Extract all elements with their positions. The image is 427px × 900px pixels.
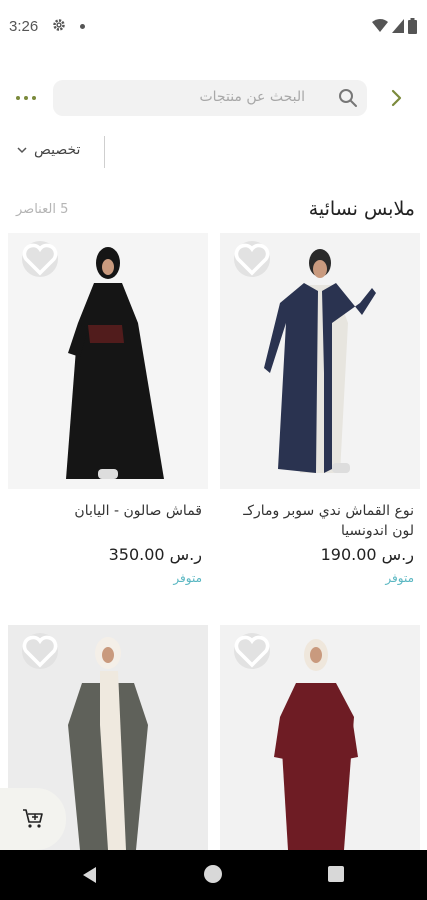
product-name[interactable]: قماش صالون - اليابان [12,501,202,521]
favorite-heart-icon[interactable] [22,633,58,669]
customize-button[interactable]: تخصيص [16,142,80,158]
favorite-heart-icon[interactable] [234,241,270,277]
nav-back-icon[interactable] [80,865,100,885]
nav-home-icon[interactable] [204,865,222,883]
product-image[interactable] [220,625,420,881]
customize-label: تخصيص [34,142,81,158]
signal-icon [392,19,404,33]
more-options-icon[interactable] [16,88,42,108]
chevron-down-icon [17,147,27,154]
search-input[interactable]: البحث عن منتجات [53,80,367,116]
product-image[interactable] [220,233,420,489]
notification-dot-icon [80,24,85,29]
cart-button[interactable] [0,788,66,850]
nav-recents-icon[interactable] [328,866,344,882]
system-nav-bar [0,850,427,900]
chevron-right-icon[interactable] [384,86,408,110]
top-toolbar: البحث عن منتجات [0,78,427,118]
divider [104,136,105,168]
search-icon [339,89,357,107]
product-price: ر.س 190.00 [320,545,414,564]
add-to-cart-icon [23,809,43,828]
search-placeholder: البحث عن منتجات [199,89,305,105]
favorite-heart-icon[interactable] [234,633,270,669]
product-image[interactable] [8,233,208,489]
battery-icon [408,18,417,34]
section-title: ملابس نسائية [308,198,415,220]
product-price: ر.س 350.00 [108,545,202,564]
gear-icon [53,19,65,31]
stock-status: متوفر [173,571,202,585]
product-name[interactable]: نوع القماش ندي سوبر وماركـ لون اندونسيا [224,501,414,541]
item-count: 5 العناصر [16,202,69,217]
status-icons [372,18,417,34]
favorite-heart-icon[interactable] [22,241,58,277]
wifi-icon [372,19,388,32]
status-bar: 3:26 [0,0,427,56]
stock-status: متوفر [385,571,414,585]
status-time: 3:26 [9,18,39,35]
section-header: 5 العناصر ملابس نسائية [0,196,427,226]
filter-row: تخصيص [0,136,427,170]
